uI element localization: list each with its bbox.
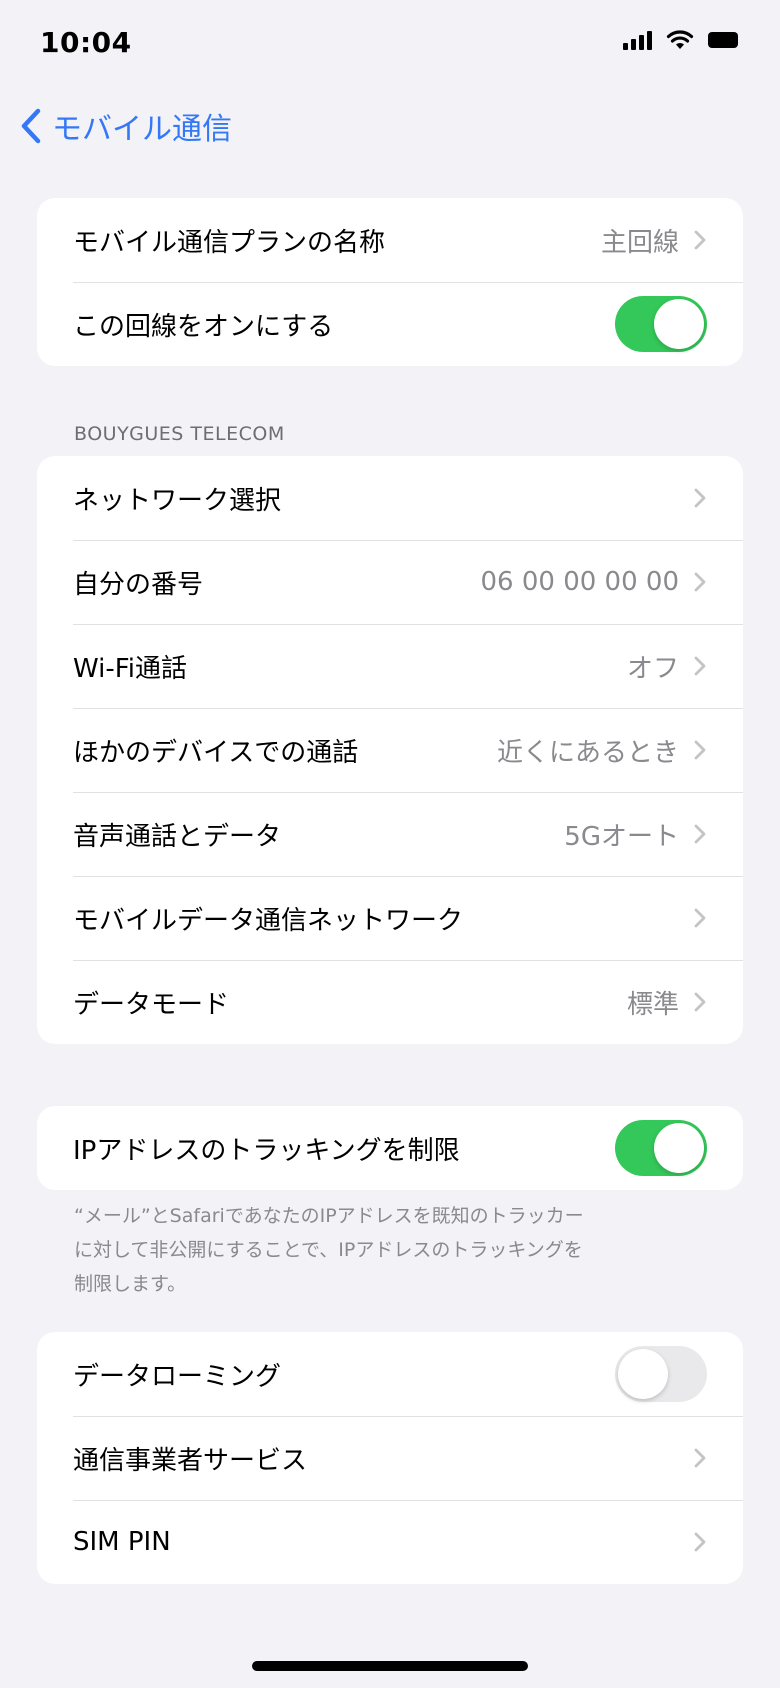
- chevron-right-icon: [694, 824, 706, 844]
- row-value: 5Gオート: [564, 821, 679, 852]
- row-label: データモード: [73, 989, 230, 1020]
- row-label: SIM PIN: [73, 1527, 171, 1557]
- sim-pin-row[interactable]: SIM PIN: [37, 1500, 743, 1584]
- line-on-row: この回線をオンにする: [37, 282, 743, 366]
- footer-line: に対して非公開にすることで、IPアドレスのトラッキングを: [74, 1239, 583, 1261]
- chevron-right-icon: [694, 992, 706, 1012]
- line-on-toggle[interactable]: [615, 296, 707, 352]
- back-button[interactable]: モバイル通信: [20, 104, 232, 148]
- row-value: 主回線: [600, 227, 679, 258]
- toggle-knob: [654, 299, 704, 349]
- chevron-right-icon: [694, 488, 706, 508]
- row-value: オフ: [626, 653, 679, 684]
- chevron-right-icon: [694, 908, 706, 928]
- voice-data-row[interactable]: 音声通話とデータ 5Gオート: [37, 792, 743, 876]
- chevron-right-icon: [694, 1532, 706, 1552]
- row-label: 自分の番号: [73, 569, 204, 600]
- row-value: 06 00 00 00 00: [480, 567, 679, 597]
- row-label: IPアドレスのトラッキングを制限: [73, 1135, 460, 1166]
- data-roaming-toggle[interactable]: [615, 1346, 707, 1402]
- privacy-footer: “メール”とSafariであなたのIPアドレスを既知のトラッカー に対して非公開…: [74, 1199, 674, 1301]
- chevron-right-icon: [694, 230, 706, 250]
- carrier-services-row[interactable]: 通信事業者サービス: [37, 1416, 743, 1500]
- privacy-group: IPアドレスのトラッキングを制限: [37, 1106, 743, 1190]
- battery-icon: [708, 32, 738, 48]
- row-value: 標準: [626, 989, 679, 1020]
- other-devices-calls-row[interactable]: ほかのデバイスでの通話 近くにあるとき: [37, 708, 743, 792]
- toggle-knob: [654, 1123, 704, 1173]
- status-bar: 10:04: [0, 0, 780, 88]
- chevron-right-icon: [694, 740, 706, 760]
- row-label: 音声通話とデータ: [73, 821, 282, 852]
- row-label: ほかのデバイスでの通話: [73, 737, 359, 768]
- chevron-right-icon: [694, 1448, 706, 1468]
- footer-line: “メール”とSafariであなたのIPアドレスを既知のトラッカー: [74, 1205, 584, 1227]
- data-roaming-row: データローミング: [37, 1332, 743, 1416]
- wifi-icon: [666, 30, 694, 49]
- chevron-right-icon: [694, 656, 706, 676]
- carrier-group: ネットワーク選択 自分の番号 06 00 00 00 00 Wi-Fi通話 オフ…: [37, 456, 743, 1044]
- row-label: この回線をオンにする: [73, 311, 334, 342]
- section-header-carrier: BOUYGUES TELECOM: [74, 423, 285, 445]
- toggle-knob: [618, 1349, 668, 1399]
- data-mode-row[interactable]: データモード 標準: [37, 960, 743, 1044]
- plan-group: モバイル通信プランの名称 主回線 この回線をオンにする: [37, 198, 743, 366]
- row-label: モバイル通信プランの名称: [73, 227, 386, 258]
- nav-bar: モバイル通信: [0, 100, 780, 160]
- chevron-left-icon: [21, 108, 41, 144]
- back-button-label: モバイル通信: [52, 112, 232, 147]
- home-indicator[interactable]: [252, 1661, 528, 1671]
- row-label: データローミング: [73, 1361, 282, 1392]
- limit-ip-tracking-toggle[interactable]: [615, 1120, 707, 1176]
- status-time: 10:04: [40, 26, 132, 59]
- wifi-calling-row[interactable]: Wi-Fi通話 オフ: [37, 624, 743, 708]
- cellular-signal-icon: [623, 30, 652, 50]
- chevron-right-icon: [694, 572, 706, 592]
- network-selection-row[interactable]: ネットワーク選択: [37, 456, 743, 540]
- my-number-row[interactable]: 自分の番号 06 00 00 00 00: [37, 540, 743, 624]
- status-icons: [623, 30, 738, 50]
- row-label: 通信事業者サービス: [73, 1445, 308, 1476]
- row-label: モバイルデータ通信ネットワーク: [73, 905, 464, 936]
- footer-line: 制限します。: [74, 1273, 187, 1295]
- mobile-data-network-row[interactable]: モバイルデータ通信ネットワーク: [37, 876, 743, 960]
- limit-ip-tracking-row: IPアドレスのトラッキングを制限: [37, 1106, 743, 1190]
- row-value: 近くにあるとき: [496, 737, 679, 768]
- row-label: Wi-Fi通話: [73, 653, 188, 684]
- plan-name-row[interactable]: モバイル通信プランの名称 主回線: [37, 198, 743, 282]
- row-label: ネットワーク選択: [73, 485, 282, 516]
- roaming-group: データローミング 通信事業者サービス SIM PIN: [37, 1332, 743, 1584]
